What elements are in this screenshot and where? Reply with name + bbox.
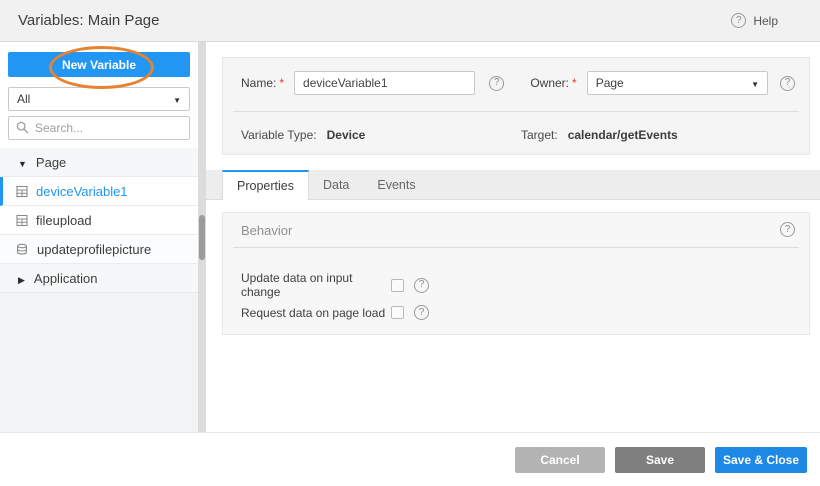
device-variable-icon	[16, 214, 28, 227]
variable-type-value: Device	[327, 128, 366, 142]
owner-label: Owner:	[530, 76, 569, 90]
service-variable-icon	[16, 243, 29, 256]
behavior-section: Behavior Update data on input change Req…	[222, 212, 810, 335]
page-title: Variables: Main Page	[18, 12, 159, 29]
tree-item-label: deviceVariable1	[36, 184, 128, 199]
target-group: Target: calendar/getEvents	[521, 128, 678, 142]
required-marker: *	[572, 76, 577, 90]
variables-tree: Page deviceVariable1	[0, 148, 198, 293]
tree-item-label: updateprofilepicture	[37, 242, 151, 257]
sidebar-divider	[198, 42, 206, 432]
dialog-footer: Cancel Save Save & Close	[0, 432, 820, 486]
detail-tabbar: Properties Data Events	[206, 170, 820, 200]
target-value: calendar/getEvents	[568, 128, 678, 142]
name-label: Name:	[241, 76, 276, 90]
target-label: Target:	[521, 128, 558, 142]
search-box	[8, 116, 190, 140]
owner-select-value: Page	[596, 76, 624, 90]
update-data-help-icon[interactable]	[414, 278, 429, 293]
variable-filter-select[interactable]: All	[8, 87, 190, 111]
option-update-data-on-input-change: Update data on input change	[241, 271, 429, 299]
request-data-help-icon[interactable]	[414, 305, 429, 320]
help-button[interactable]: Help	[731, 13, 778, 28]
tab-properties[interactable]: Properties	[222, 170, 309, 200]
option-label: Request data on page load	[241, 306, 391, 320]
sidebar-scrollbar-thumb[interactable]	[199, 215, 205, 260]
update-data-checkbox[interactable]	[391, 279, 404, 292]
name-owner-row: Name: * Owner: * Page	[241, 71, 795, 95]
sidebar-item-updateprofilepicture[interactable]: updateprofilepicture	[0, 235, 198, 264]
chevron-down-icon	[173, 92, 181, 106]
behavior-separator	[233, 247, 799, 248]
cancel-button[interactable]: Cancel	[515, 447, 605, 473]
variable-type-group: Variable Type: Device	[241, 128, 365, 142]
variables-dialog: Variables: Main Page Help New Variable A…	[0, 0, 820, 486]
sidebar-item-fileupload[interactable]: fileupload	[0, 206, 198, 235]
variable-detail-panel: Name: * Owner: * Page Variable Type: Dev…	[206, 42, 820, 432]
variable-name-input[interactable]	[294, 71, 475, 95]
variable-filter-value: All	[17, 92, 30, 106]
tree-group-label: Application	[34, 271, 98, 286]
new-variable-button[interactable]: New Variable	[8, 52, 190, 77]
device-variable-icon	[16, 185, 28, 198]
dialog-header: Variables: Main Page Help	[0, 0, 820, 42]
tree-item-label: fileupload	[36, 213, 92, 228]
caret-right-icon[interactable]	[18, 271, 25, 286]
tab-data[interactable]: Data	[309, 170, 363, 199]
variables-sidebar: New Variable All Page	[0, 42, 198, 432]
required-marker: *	[279, 76, 284, 90]
caret-down-icon[interactable]	[18, 155, 27, 170]
option-request-data-on-page-load: Request data on page load	[241, 305, 429, 320]
variable-type-label: Variable Type:	[241, 128, 317, 142]
option-label: Update data on input change	[241, 271, 391, 299]
save-button[interactable]: Save	[615, 447, 705, 473]
behavior-help-icon[interactable]	[780, 222, 795, 237]
request-data-checkbox[interactable]	[391, 306, 404, 319]
help-icon	[731, 13, 746, 28]
sidebar-item-page[interactable]: Page	[0, 148, 198, 177]
help-label: Help	[753, 14, 778, 28]
owner-help-icon[interactable]	[780, 76, 795, 91]
tab-events[interactable]: Events	[363, 170, 429, 199]
behavior-section-title: Behavior	[241, 223, 292, 238]
tree-group-label: Page	[36, 155, 66, 170]
form-separator	[233, 111, 799, 112]
owner-select[interactable]: Page	[587, 71, 768, 95]
sidebar-item-application[interactable]: Application	[0, 264, 198, 293]
sidebar-item-devicevariable1[interactable]: deviceVariable1	[0, 177, 198, 206]
chevron-down-icon	[751, 76, 759, 90]
search-input[interactable]	[8, 116, 190, 140]
save-and-close-button[interactable]: Save & Close	[715, 447, 807, 473]
variable-summary-card: Name: * Owner: * Page Variable Type: Dev…	[222, 57, 810, 155]
name-help-icon[interactable]	[489, 76, 504, 91]
